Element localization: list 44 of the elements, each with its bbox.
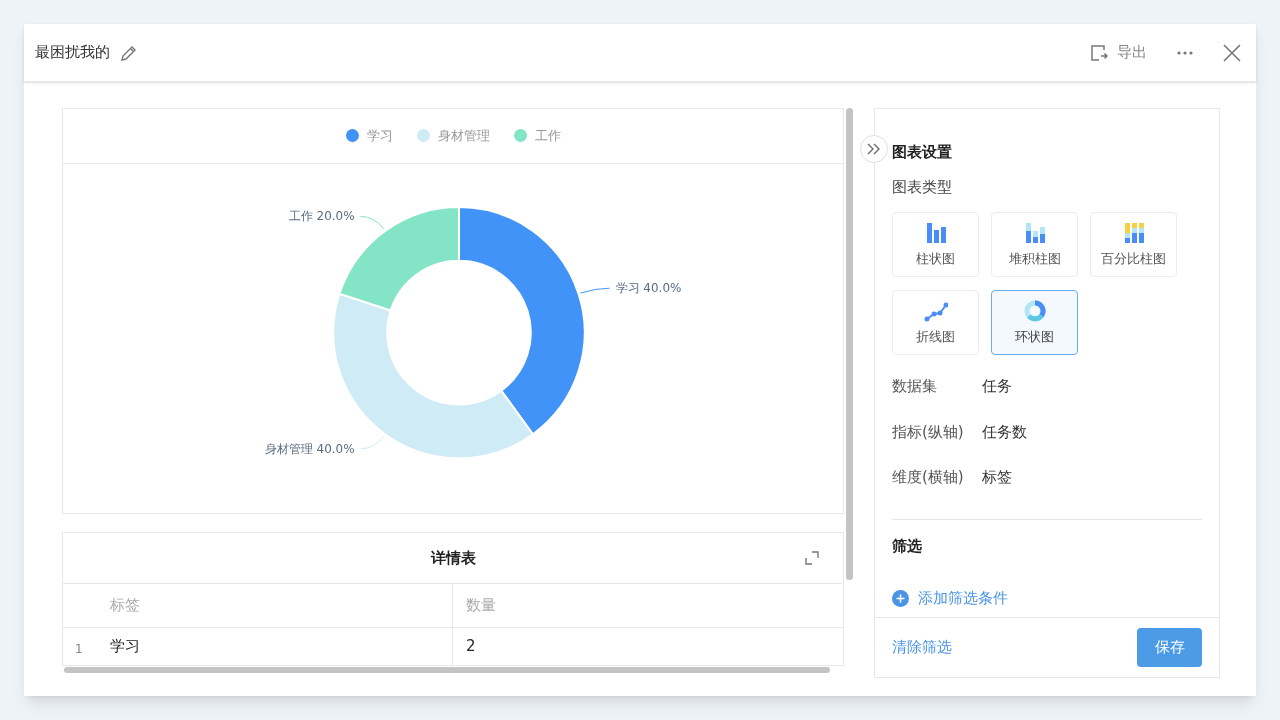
leader-line [360,215,385,230]
field-value: 任务数 [982,421,1027,443]
leader-line [579,287,611,294]
leader-line [360,435,385,450]
expand-button[interactable] [805,551,819,565]
close-icon [1223,43,1241,62]
field-value: 标签 [982,467,1012,488]
slice-label: 工作 20.0% [288,209,355,224]
column-header: 标签 [63,584,453,627]
column-header: 数量 [465,595,497,617]
vertical-scrollbar[interactable] [846,108,853,580]
export-icon [1089,42,1109,63]
export-button[interactable]: 导出 [1089,41,1147,64]
slice-label: 身材管理 40.0% [264,441,355,456]
plus-circle-icon [892,589,909,607]
table-title: 详情表 [430,547,476,569]
chart-type-option[interactable]: 折线图 [892,290,979,355]
legend-label: 学习 [366,127,393,146]
more-icon [1177,50,1193,55]
settings-title: 图表设置 [892,142,953,163]
expand-icon [805,551,819,565]
chart-type-option[interactable]: 环状图 [991,290,1078,355]
row-number: 1 [74,640,84,658]
chart-type-option[interactable]: 百分比柱图 [1090,212,1177,277]
field-label: 数据集 [892,376,938,397]
field-label: 维度(横轴) [892,467,965,488]
horizontal-scrollbar[interactable] [64,667,830,673]
more-button[interactable] [1177,50,1193,55]
filter-title: 筛选 [892,535,923,557]
dialog-title: 最困扰我的 [35,42,110,64]
collapse-button[interactable] [860,135,888,163]
chart-type-option[interactable]: 柱状图 [892,212,979,277]
legend-label: 身材管理 [437,127,490,146]
chart-type-option[interactable]: 堆积柱图 [991,212,1078,277]
donut-chart-icon [1022,298,1047,323]
slice-label: 学习 40.0% [615,281,682,296]
legend-label: 工作 [534,127,561,146]
field-value: 任务 [982,376,1012,397]
double-chevron-icon [867,143,881,155]
table-cell-text: 2 [465,636,477,658]
close-button[interactable] [1223,43,1241,62]
chart-type-label: 图表类型 [892,176,953,198]
table-cell: 学习 [110,628,453,665]
field-label: 指标(纵轴) [892,421,965,443]
